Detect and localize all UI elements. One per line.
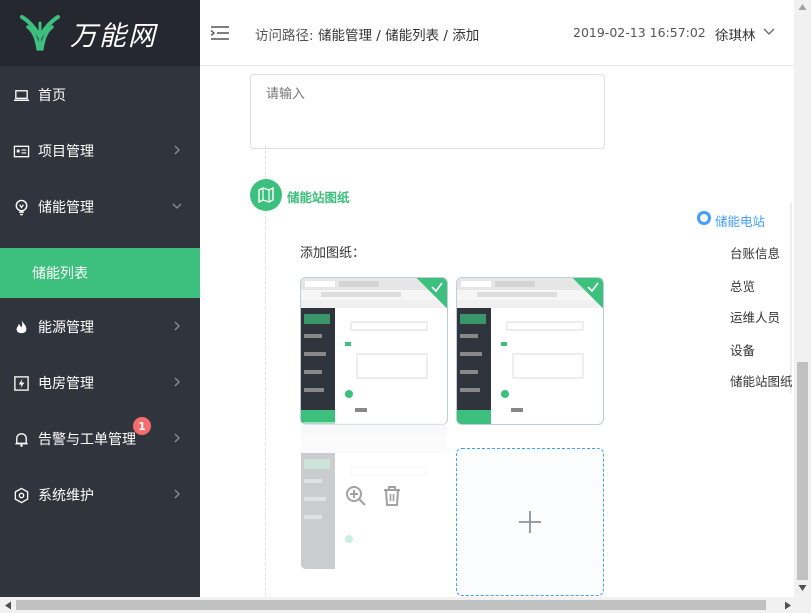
anchor-link-drawings[interactable]: 储能站图纸 <box>730 371 793 390</box>
timeline-line <box>265 146 266 597</box>
sidebar-subitem-storage-list[interactable]: 储能列表 <box>0 248 200 298</box>
chevron-right-icon <box>174 321 180 331</box>
chevron-right-icon <box>174 377 180 387</box>
chevron-down-icon <box>172 203 182 209</box>
id-card-icon <box>12 142 30 160</box>
datetime: 2019-02-13 16:57:02 <box>573 25 706 40</box>
sidebar-item-label: 首页 <box>38 88 66 104</box>
anchor-indicator <box>697 211 711 225</box>
scroll-down-arrow-icon[interactable] <box>798 584 807 592</box>
map-icon <box>250 179 282 211</box>
remark-textarea[interactable] <box>250 74 605 149</box>
bulb-icon <box>12 198 30 216</box>
anchor-link-devices[interactable]: 设备 <box>730 340 755 359</box>
sidebar-subitem-label: 储能列表 <box>32 266 88 282</box>
user-menu[interactable]: 徐琪林 <box>715 24 756 44</box>
chevron-right-icon <box>174 489 180 499</box>
chevron-right-icon <box>174 433 180 443</box>
section-title: 储能站图纸 <box>287 190 350 205</box>
menu-fold-icon[interactable] <box>210 24 230 42</box>
drawing-image <box>301 278 447 424</box>
drawing-thumbnail[interactable] <box>300 277 448 425</box>
top-header: 访问路径: 储能管理 / 储能列表 / 添加 2019-02-13 16:57:… <box>200 0 811 66</box>
hexagon-icon <box>12 486 30 504</box>
delete-icon[interactable] <box>381 485 403 507</box>
anchor-link-station[interactable]: 储能电站 <box>715 211 765 230</box>
breadcrumb-label: 访问路径: <box>255 28 314 44</box>
logo-icon <box>20 15 60 51</box>
breadcrumb: 储能管理 / 储能列表 / 添加 <box>318 28 480 44</box>
anchor-link-ledger[interactable]: 台账信息 <box>730 243 780 262</box>
add-drawing-label: 添加图纸： <box>300 246 366 261</box>
sidebar-item-alarms[interactable]: 告警与工单管理 <box>0 411 200 467</box>
anchor-rail <box>790 203 792 393</box>
scroll-right-arrow-icon[interactable] <box>784 601 792 610</box>
drawing-thumbnail-dragging[interactable] <box>300 422 448 570</box>
lightning-box-icon <box>12 374 30 392</box>
drawing-thumbnail[interactable] <box>456 277 604 425</box>
sidebar-item-label: 储能管理 <box>38 200 94 216</box>
laptop-icon <box>12 86 30 104</box>
vertical-scrollbar-thumb[interactable] <box>797 362 808 580</box>
scroll-left-arrow-icon[interactable] <box>4 601 12 610</box>
plus-icon <box>519 511 541 533</box>
anchor-link-overview[interactable]: 总览 <box>730 276 755 295</box>
app-window: 万能网 首页 项目管理 储能管理 储能列表 能源管理 电房管理 告警与工单管理 … <box>0 0 811 613</box>
anchor-link-staff[interactable]: 运维人员 <box>730 307 780 326</box>
sidebar-item-storage[interactable]: 储能管理 <box>0 179 200 235</box>
bell-icon <box>12 430 30 448</box>
sidebar-item-label: 能源管理 <box>38 320 94 336</box>
chevron-down-icon[interactable] <box>763 27 775 37</box>
anchor-nav <box>698 203 794 396</box>
zoom-in-icon[interactable] <box>345 485 367 507</box>
sidebar-item-label: 系统维护 <box>38 488 94 504</box>
sidebar-item-power-room[interactable]: 电房管理 <box>0 355 200 411</box>
sidebar-item-energy[interactable]: 能源管理 <box>0 299 200 355</box>
sidebar-item-label: 项目管理 <box>38 144 94 160</box>
sidebar-item-home[interactable]: 首页 <box>0 67 200 123</box>
sidebar: 万能网 首页 项目管理 储能管理 储能列表 能源管理 电房管理 告警与工单管理 … <box>0 0 200 613</box>
alarm-count-badge: 1 <box>133 417 151 435</box>
upload-drawing-button[interactable] <box>456 448 604 596</box>
thumbnail-actions <box>301 423 447 569</box>
check-icon <box>431 282 443 293</box>
drawing-image <box>457 278 603 424</box>
brand-name: 万能网 <box>70 20 157 52</box>
fire-icon <box>12 318 30 336</box>
sidebar-item-label: 告警与工单管理 <box>38 432 136 448</box>
chevron-right-icon <box>174 145 180 155</box>
check-icon <box>587 282 599 293</box>
horizontal-scrollbar-thumb[interactable] <box>16 600 766 610</box>
sidebar-item-system[interactable]: 系统维护 <box>0 467 200 523</box>
logo[interactable]: 万能网 <box>0 0 200 66</box>
sidebar-item-label: 电房管理 <box>38 376 94 392</box>
scroll-up-arrow-icon[interactable] <box>798 3 807 11</box>
sidebar-item-projects[interactable]: 项目管理 <box>0 123 200 179</box>
